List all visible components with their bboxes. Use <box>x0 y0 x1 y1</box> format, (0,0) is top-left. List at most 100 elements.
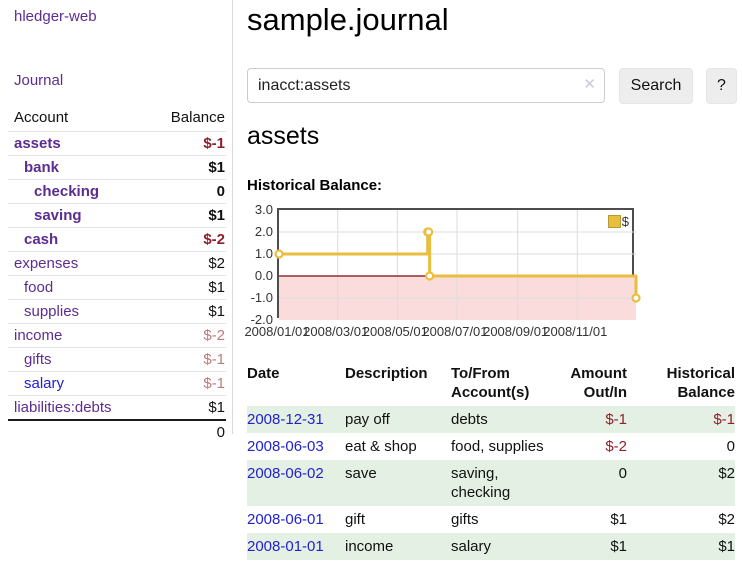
y-tick-label: 3.0 <box>247 202 273 218</box>
register-header-row: Date Description To/From Account(s) Amou… <box>247 360 735 406</box>
transaction-date-link[interactable]: 2008-06-02 <box>247 465 324 482</box>
chart-legend: $ <box>608 214 629 229</box>
sidebar-item-journal[interactable]: Journal <box>14 72 63 89</box>
sidebar: hledger-web Journal Account Balance asse… <box>0 0 233 434</box>
account-balance: $1 <box>145 396 226 421</box>
account-row-saving: saving $1 <box>8 204 226 228</box>
transaction-accounts: salary <box>451 533 557 560</box>
account-row-supplies: supplies $1 <box>8 300 226 324</box>
transaction-date-link[interactable]: 2008-06-03 <box>247 438 324 455</box>
y-tick-label: 0.0 <box>247 268 273 284</box>
y-tick-label: -1.0 <box>247 290 273 306</box>
transaction-balance: $2 <box>639 506 735 533</box>
account-link-checking[interactable]: checking <box>34 183 99 200</box>
transaction-amount: $-2 <box>557 433 639 460</box>
chart-plot-area[interactable]: $ <box>277 208 634 318</box>
account-row-expenses: expenses $2 <box>8 252 226 276</box>
account-link-liabilities-debts[interactable]: liabilities:debts <box>14 399 112 416</box>
header-balance: Historical Balance <box>639 360 735 406</box>
header-date[interactable]: Date <box>247 360 345 406</box>
register-row[interactable]: 2008-12-31 pay off debts $-1 $-1 <box>247 406 735 433</box>
header-accounts: To/From Account(s) <box>451 360 557 406</box>
transaction-description: save <box>345 460 451 506</box>
account-link-food[interactable]: food <box>24 279 53 296</box>
search-form: ✕ Search ? <box>247 68 739 106</box>
search-button[interactable]: Search <box>619 68 693 104</box>
account-link-assets[interactable]: assets <box>14 135 61 152</box>
register-row[interactable]: 2008-06-03 eat & shop food, supplies $-2… <box>247 433 735 460</box>
accounts-header-balance: Balance <box>145 104 226 132</box>
accounts-total-row: 0 <box>8 420 226 444</box>
account-row-liabilities-debts: liabilities:debts $1 <box>8 396 226 421</box>
transaction-accounts: food, supplies <box>451 433 557 460</box>
balance-chart: 3.02.01.00.0-1.0-2.0 $ 2008/01/012008/03… <box>247 200 739 352</box>
transaction-description: eat & shop <box>345 433 451 460</box>
transaction-balance: $1 <box>639 533 735 560</box>
register-row[interactable]: 2008-01-01 income salary $1 $1 <box>247 533 735 560</box>
transaction-balance: 0 <box>639 433 735 460</box>
app-title-link[interactable]: hledger-web <box>14 8 97 25</box>
account-row-assets: assets $-1 <box>8 132 226 156</box>
transaction-accounts: debts <box>451 406 557 433</box>
account-balance: $1 <box>145 300 226 324</box>
accounts-table: Account Balance assets $-1 bank $1 check… <box>8 104 226 444</box>
account-row-gifts: gifts $-1 <box>8 348 226 372</box>
transaction-date-link[interactable]: 2008-12-31 <box>247 411 324 428</box>
header-amount: Amount Out/In <box>557 360 639 406</box>
page-title: sample.journal <box>247 2 449 38</box>
transaction-date-link[interactable]: 2008-01-01 <box>247 538 324 555</box>
account-balance: $-1 <box>145 348 226 372</box>
register-table: Date Description To/From Account(s) Amou… <box>247 360 735 560</box>
chart-title: Historical Balance: <box>247 177 382 194</box>
transaction-accounts: saving, checking <box>451 460 557 506</box>
account-link-bank[interactable]: bank <box>24 159 59 176</box>
help-button[interactable]: ? <box>706 68 737 104</box>
account-link-cash[interactable]: cash <box>24 231 58 248</box>
main-content: sample.journal ✕ Search ? assets Histori… <box>247 0 739 582</box>
transaction-accounts: gifts <box>451 506 557 533</box>
transaction-balance: $2 <box>639 460 735 506</box>
account-balance: $1 <box>145 204 226 228</box>
account-row-checking: checking 0 <box>8 180 226 204</box>
account-heading: assets <box>247 122 319 151</box>
account-link-saving[interactable]: saving <box>34 207 82 224</box>
chart-x-axis: 2008/01/012008/03/012008/05/012008/07/01… <box>277 324 638 342</box>
transaction-amount: $1 <box>557 506 639 533</box>
accounts-header-account: Account <box>8 104 145 132</box>
register-row[interactable]: 2008-06-01 gift gifts $1 $2 <box>247 506 735 533</box>
transaction-description: pay off <box>345 406 451 433</box>
account-link-salary[interactable]: salary <box>24 375 64 392</box>
account-link-income[interactable]: income <box>14 327 62 344</box>
accounts-total-value: 0 <box>145 420 226 444</box>
chart-canvas <box>279 210 636 320</box>
account-balance: $-2 <box>145 324 226 348</box>
clear-search-icon[interactable]: ✕ <box>583 77 596 93</box>
accounts-header-row: Account Balance <box>8 104 226 132</box>
account-balance: $-1 <box>145 132 226 156</box>
chart-y-axis: 3.02.01.00.0-1.0-2.0 <box>247 210 273 320</box>
header-description: Description <box>345 360 451 406</box>
account-balance: $2 <box>145 252 226 276</box>
transaction-date-link[interactable]: 2008-06-01 <box>247 511 324 528</box>
account-row-salary: salary $-1 <box>8 372 226 396</box>
transaction-description: gift <box>345 506 451 533</box>
account-link-expenses[interactable]: expenses <box>14 255 78 272</box>
account-balance: $1 <box>145 156 226 180</box>
account-balance: $-2 <box>145 228 226 252</box>
legend-swatch-icon <box>608 215 621 228</box>
y-tick-label: 1.0 <box>247 246 273 262</box>
account-link-gifts[interactable]: gifts <box>24 351 52 368</box>
x-tick-label: 2008/11/01 <box>535 324 615 339</box>
account-balance: 0 <box>145 180 226 204</box>
account-row-food: food $1 <box>8 276 226 300</box>
register-row[interactable]: 2008-06-02 save saving, checking 0 $2 <box>247 460 735 506</box>
transaction-amount: $1 <box>557 533 639 560</box>
legend-label: $ <box>622 214 629 229</box>
account-link-supplies[interactable]: supplies <box>24 303 79 320</box>
y-tick-label: 2.0 <box>247 224 273 240</box>
account-row-bank: bank $1 <box>8 156 226 180</box>
account-row-cash: cash $-2 <box>8 228 226 252</box>
search-input[interactable] <box>247 68 605 103</box>
transaction-description: income <box>345 533 451 560</box>
transaction-amount: $-1 <box>557 406 639 433</box>
